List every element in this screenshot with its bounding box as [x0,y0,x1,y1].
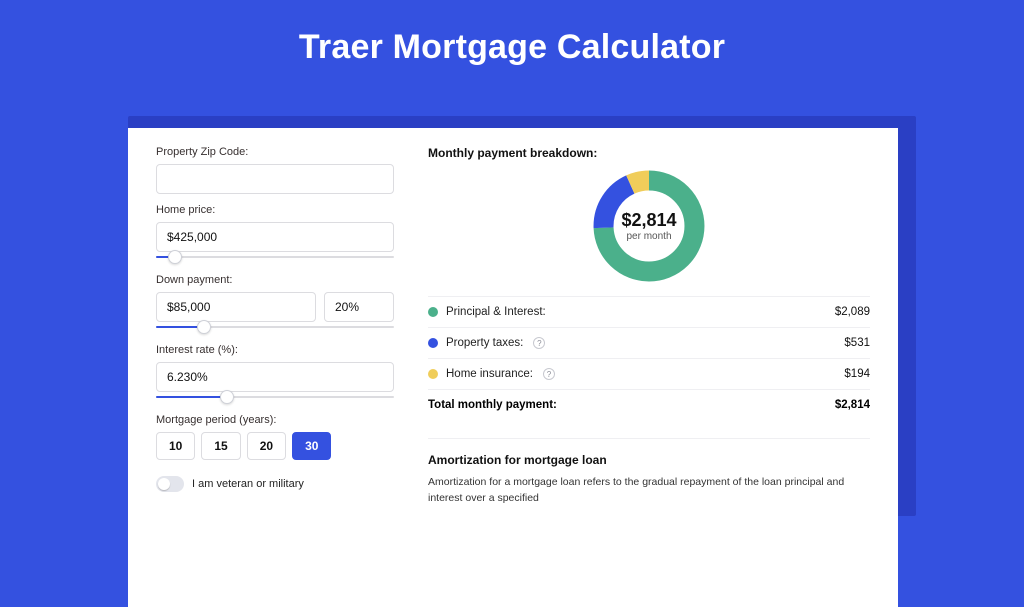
veteran-label: I am veteran or military [192,478,304,490]
legend-row: Property taxes:? $531 [428,327,870,358]
home-price-label: Home price: [156,204,394,216]
legend-row: Principal & Interest: $2,089 [428,296,870,327]
total-row: Total monthly payment: $2,814 [428,389,870,420]
breakdown-panel: Monthly payment breakdown: $2,814 per mo… [428,146,870,507]
down-payment-input[interactable] [156,292,316,322]
home-price-field: Home price: [156,204,394,264]
interest-field: Interest rate (%): [156,344,394,404]
period-btn-10[interactable]: 10 [156,432,195,460]
amortization-body: Amortization for a mortgage loan refers … [428,475,870,507]
down-payment-pct-input[interactable] [324,292,394,322]
veteran-row: I am veteran or military [156,476,394,492]
hero: Traer Mortgage Calculator [0,0,1024,87]
total-label: Total monthly payment: [428,399,557,411]
period-btn-20[interactable]: 20 [247,432,286,460]
form-panel: Property Zip Code: Home price: Down paym… [156,146,394,507]
legend-dot-icon [428,369,438,379]
period-label: Mortgage period (years): [156,414,394,426]
info-icon[interactable]: ? [533,337,545,349]
zip-label: Property Zip Code: [156,146,394,158]
legend-label: Home insurance: [446,368,533,380]
veteran-toggle[interactable] [156,476,184,492]
calculator-card: Property Zip Code: Home price: Down paym… [128,128,898,607]
down-payment-label: Down payment: [156,274,394,286]
donut-chart: $2,814 per month [589,166,709,286]
down-payment-slider[interactable] [156,320,394,334]
period-field: Mortgage period (years): 10152030 [156,414,394,460]
amortization-heading: Amortization for mortgage loan [428,453,870,467]
legend-dot-icon [428,307,438,317]
legend-row: Home insurance:? $194 [428,358,870,389]
period-btn-30[interactable]: 30 [292,432,331,460]
legend-dot-icon [428,338,438,348]
legend-value: $531 [844,337,870,349]
donut-wrap: $2,814 per month [428,166,870,286]
interest-input[interactable] [156,362,394,392]
down-payment-field: Down payment: [156,274,394,334]
amortization-section: Amortization for mortgage loan Amortizat… [428,438,870,507]
interest-slider[interactable] [156,390,394,404]
legend-value: $2,089 [835,306,870,318]
donut-center: $2,814 per month [589,166,709,286]
period-btn-15[interactable]: 15 [201,432,240,460]
zip-input[interactable] [156,164,394,194]
legend-label: Principal & Interest: [446,306,546,318]
home-price-slider[interactable] [156,250,394,264]
donut-sublabel: per month [626,231,671,242]
legend-label: Property taxes: [446,337,523,349]
donut-amount: $2,814 [621,210,676,231]
page-title: Traer Mortgage Calculator [0,28,1024,67]
breakdown-heading: Monthly payment breakdown: [428,146,870,160]
total-value: $2,814 [835,399,870,411]
period-buttons: 10152030 [156,432,394,460]
legend-value: $194 [844,368,870,380]
zip-field: Property Zip Code: [156,146,394,194]
interest-label: Interest rate (%): [156,344,394,356]
home-price-input[interactable] [156,222,394,252]
legend: Principal & Interest: $2,089 Property taxe… [428,296,870,420]
info-icon[interactable]: ? [543,368,555,380]
